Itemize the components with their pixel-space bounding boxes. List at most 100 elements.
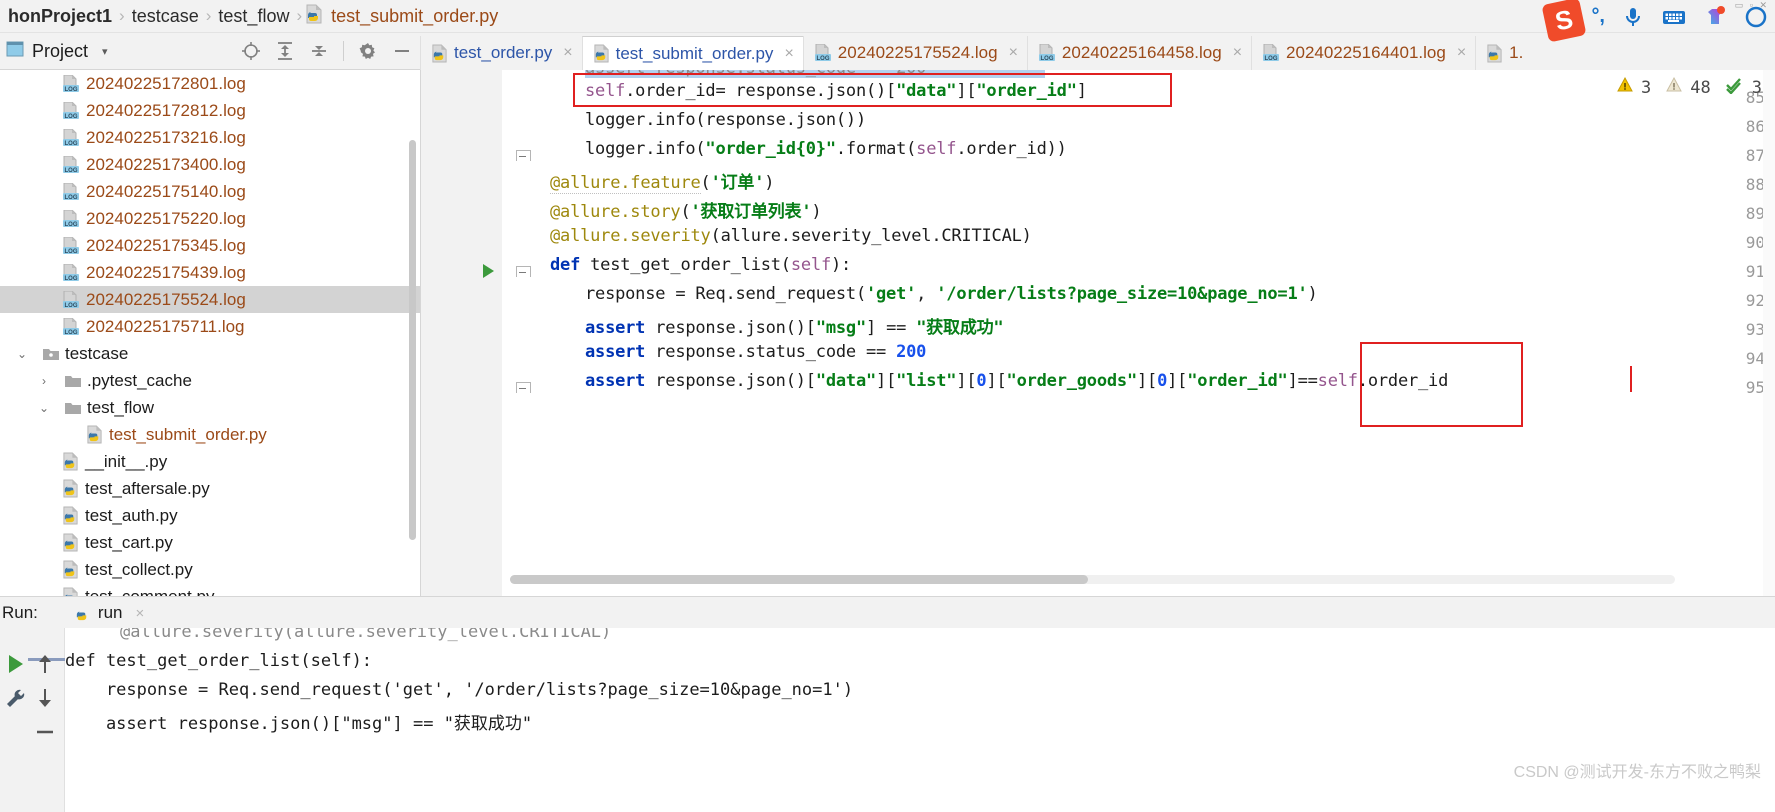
tree-item-log-selected[interactable]: LOG 20240225175524.log: [0, 286, 420, 313]
tree-item-log[interactable]: LOG 20240225173216.log: [0, 124, 420, 151]
run-configuration-tab[interactable]: run ×: [74, 603, 144, 623]
tree-item-test-submit-order[interactable]: test_submit_order.py: [0, 421, 420, 448]
skin-icon[interactable]: [1702, 4, 1728, 30]
chevron-right-icon[interactable]: ›: [36, 374, 52, 388]
ok-count: 3: [1751, 77, 1762, 98]
minus-icon[interactable]: [33, 720, 57, 744]
breadcrumb-item-testcase[interactable]: testcase: [128, 6, 203, 27]
tree-item-log[interactable]: LOG 20240225172812.log: [0, 97, 420, 124]
editor-tab-test-order[interactable]: test_order.py ×: [420, 36, 582, 70]
editor-hscrollbar-thumb[interactable]: [510, 575, 1088, 584]
hide-panel-icon[interactable]: [392, 41, 412, 61]
breadcrumb-item-test-flow[interactable]: test_flow: [214, 6, 293, 27]
python-file-icon: [431, 44, 448, 63]
python-file-icon: [62, 506, 79, 525]
editor-gutter[interactable]: [421, 70, 503, 596]
editor-tab-test-submit-order[interactable]: test_submit_order.py ×: [581, 36, 803, 70]
code-text-area[interactable]: assert response.status_code == 200 self.…: [550, 70, 1775, 596]
log-file-icon: LOG: [62, 236, 80, 255]
breadcrumb-separator: ›: [205, 6, 212, 25]
editor-tab-log-164458[interactable]: LOG 20240225164458.log ×: [1026, 36, 1252, 70]
tree-item-test-cart[interactable]: test_cart.py: [0, 529, 420, 556]
inspection-status-bar[interactable]: 3 48 3: [1616, 76, 1769, 99]
tree-item-test-comment[interactable]: test_comment.py: [0, 583, 420, 596]
project-file-tree[interactable]: LOG 20240225172801.log LOG 2024022517281…: [0, 70, 421, 596]
python-file-icon: [74, 604, 91, 623]
project-tree-scrollbar[interactable]: [409, 140, 416, 540]
breadcrumb-item-file[interactable]: test_submit_order.py: [327, 6, 502, 27]
editor-fold-gutter[interactable]: [502, 70, 549, 596]
close-icon[interactable]: ×: [784, 45, 793, 63]
svg-text:LOG: LOG: [65, 114, 78, 120]
log-file-icon: LOG: [62, 101, 80, 120]
window-controls[interactable]: ▭ ▫ ✕: [1735, 0, 1769, 11]
close-icon[interactable]: ×: [1457, 44, 1466, 62]
editor-tab-log-175524[interactable]: LOG 20240225175524.log ×: [802, 36, 1027, 70]
log-file-icon: LOG: [62, 74, 80, 93]
chevron-down-icon[interactable]: ⌄: [36, 401, 52, 415]
tree-item-init[interactable]: __init__.py: [0, 448, 420, 475]
microphone-icon[interactable]: [1620, 4, 1646, 30]
svg-text:LOG: LOG: [65, 168, 78, 174]
run-output-line-4: assert response.json()["msg"] == "获取成功": [65, 714, 533, 734]
tree-item-log[interactable]: LOG 20240225175220.log: [0, 205, 420, 232]
code-line-94: assert response.status_code == 200: [585, 342, 927, 362]
close-icon[interactable]: ×: [1233, 44, 1242, 62]
tree-item-testcase[interactable]: ⌄ testcase: [0, 340, 420, 367]
tree-item-test-flow[interactable]: ⌄ test_flow: [0, 394, 420, 421]
fold-marker-icon[interactable]: [516, 266, 531, 277]
collapse-all-icon[interactable]: [309, 41, 329, 61]
close-icon[interactable]: ×: [1009, 44, 1018, 62]
breadcrumb-separator: ›: [119, 6, 125, 25]
pycharm-window: honProject1 › testcase › test_flow › tes…: [0, 0, 1775, 812]
editor-tab-partial[interactable]: 1.: [1475, 36, 1533, 70]
tree-item-log[interactable]: LOG 20240225175140.log: [0, 178, 420, 205]
locate-icon[interactable]: [241, 41, 261, 61]
run-output-line-2: def test_get_order_list(self):: [65, 651, 373, 671]
tree-item-test-collect[interactable]: test_collect.py: [0, 556, 420, 583]
up-arrow-icon[interactable]: [33, 652, 57, 676]
tree-item-label: 20240225173216.log: [86, 127, 246, 147]
fold-marker-icon[interactable]: [516, 382, 531, 393]
editor-vscrollbar[interactable]: [1763, 70, 1775, 596]
project-panel-header: Project ▾: [0, 33, 420, 70]
run-tool-window-header: Run: run ×: [0, 596, 1775, 630]
editor-tab-log-164401[interactable]: LOG 20240225164401.log ×: [1251, 36, 1476, 70]
python-file-icon: [62, 587, 79, 596]
down-arrow-icon[interactable]: [33, 686, 57, 710]
watermark: CSDN @测试开发-东方不败之鸭梨: [1513, 764, 1761, 781]
run-test-icon[interactable]: [483, 264, 494, 278]
fold-marker-icon[interactable]: [516, 150, 531, 161]
code-line-93: assert response.json()["msg"] == "获取成功": [585, 318, 1004, 338]
tree-item-test-aftersale[interactable]: test_aftersale.py: [0, 475, 420, 502]
punctuation-icon[interactable]: °,: [1591, 5, 1605, 28]
close-icon[interactable]: ×: [563, 44, 572, 62]
tree-item-log[interactable]: LOG 20240225173400.log: [0, 151, 420, 178]
chevron-down-icon[interactable]: ⌄: [14, 347, 30, 361]
editor-tab-label: 1.: [1509, 43, 1524, 62]
tree-item-test-auth[interactable]: test_auth.py: [0, 502, 420, 529]
tree-item-pytest-cache[interactable]: › .pytest_cache: [0, 367, 420, 394]
code-editor[interactable]: 85 86 87 88 89 90 91 92 93 94 95 assert …: [421, 70, 1775, 596]
tree-item-log[interactable]: LOG 20240225175711.log: [0, 313, 420, 340]
expand-all-icon[interactable]: [275, 41, 295, 61]
wrench-icon[interactable]: [4, 686, 28, 710]
run-tool-window-sidebar[interactable]: [0, 628, 113, 812]
checkmark-icon: [1725, 76, 1745, 99]
editor-tab-label: 20240225175524.log: [837, 43, 998, 62]
warning-count: 3: [1641, 77, 1652, 98]
sogou-logo-icon[interactable]: S: [1541, 0, 1587, 43]
close-icon[interactable]: ×: [136, 605, 145, 622]
chevron-down-icon[interactable]: ▾: [102, 45, 108, 58]
breadcrumb-item-project[interactable]: honProject1: [4, 6, 116, 27]
tree-item-log[interactable]: LOG 20240225175345.log: [0, 232, 420, 259]
tree-item-log[interactable]: LOG 20240225172801.log: [0, 70, 420, 97]
keyboard-icon[interactable]: [1661, 4, 1687, 30]
tree-item-label: test_flow: [87, 397, 155, 417]
run-output-console[interactable]: @allure.severity(allure.severity_level.C…: [65, 628, 1775, 812]
weak-warning-triangle-icon: [1665, 76, 1683, 99]
toolbar-divider: [343, 41, 344, 61]
tree-item-log[interactable]: LOG 20240225175439.log: [0, 259, 420, 286]
run-icon[interactable]: [4, 652, 28, 676]
gear-icon[interactable]: [358, 41, 378, 61]
